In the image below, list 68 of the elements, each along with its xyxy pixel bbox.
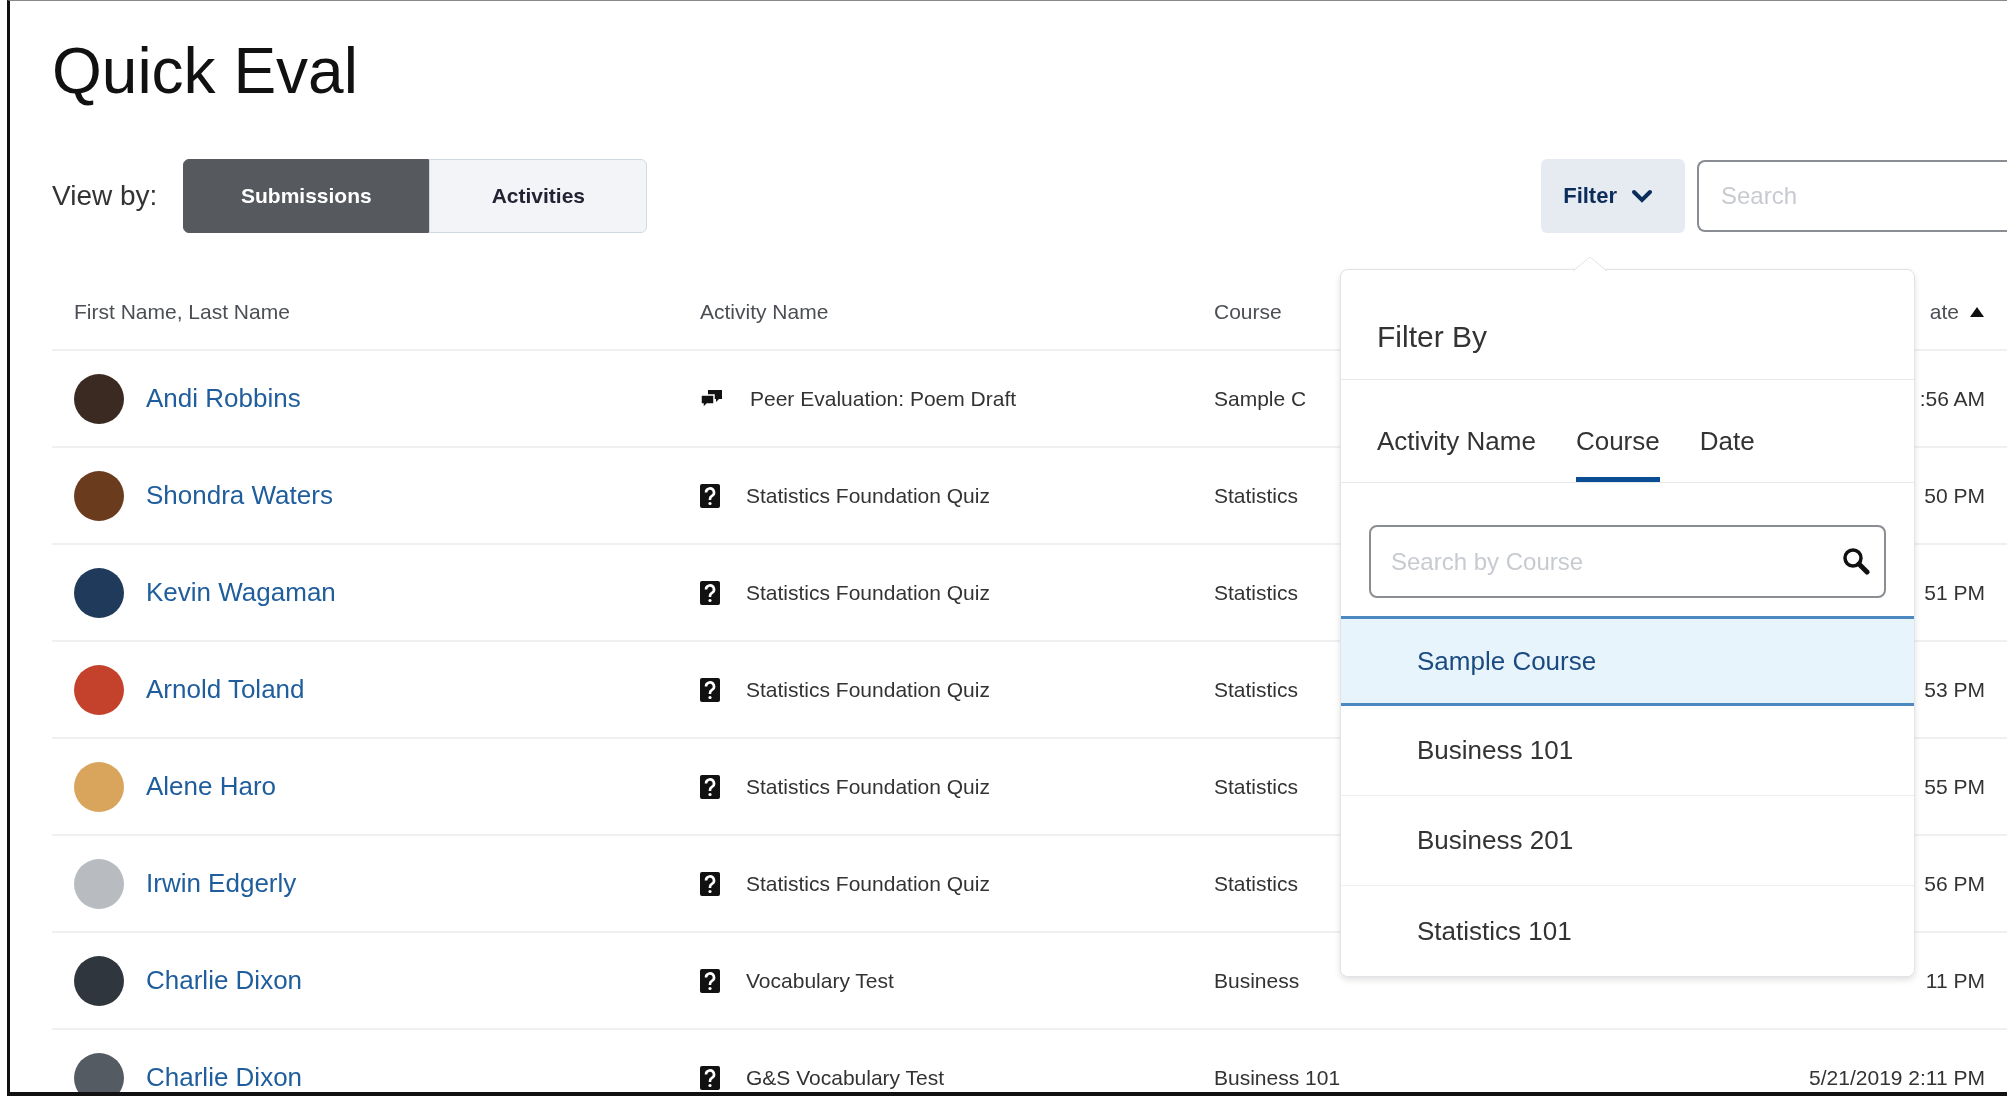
student-name-link[interactable]: Charlie Dixon bbox=[146, 1062, 303, 1092]
page-title: Quick Eval bbox=[52, 35, 358, 107]
question-mark-icon bbox=[700, 580, 720, 605]
course-name: Statistics bbox=[1214, 774, 1299, 799]
course-name: Statistics bbox=[1214, 483, 1299, 508]
submission-date: 53 PM bbox=[1924, 677, 1985, 702]
search-field[interactable]: Search bbox=[1697, 160, 2007, 232]
column-header[interactable]: First Name, Last Name bbox=[52, 300, 690, 324]
course-name: Statistics bbox=[1214, 871, 1299, 896]
question-mark-icon bbox=[700, 677, 720, 702]
avatar bbox=[74, 470, 124, 521]
course-name: Sample C bbox=[1214, 386, 1307, 411]
submission-date: 11 PM bbox=[1925, 968, 1985, 993]
activity-name: Vocabulary Test bbox=[746, 968, 894, 993]
view-toggle-button[interactable]: Submissions bbox=[183, 159, 430, 233]
avatar bbox=[74, 761, 124, 812]
filter-tab[interactable]: Course bbox=[1575, 380, 1660, 482]
student-name-link[interactable]: Andi Robbins bbox=[146, 383, 301, 414]
course-option[interactable]: Statistics 101 bbox=[1341, 886, 1914, 976]
course-option[interactable]: Business 101 bbox=[1341, 706, 1914, 796]
view-toggle-button[interactable]: Activities bbox=[429, 159, 648, 233]
course-name: Statistics bbox=[1214, 580, 1299, 605]
column-header[interactable]: Activity Name bbox=[690, 300, 1214, 324]
course-option[interactable]: Sample Course bbox=[1341, 616, 1914, 706]
submission-date: 5/21/2019 2:11 PM bbox=[1809, 1065, 1985, 1090]
activity-name: G&S Vocabulary Test bbox=[746, 1065, 945, 1090]
course-name: Business 101 bbox=[1214, 1065, 1341, 1090]
avatar bbox=[74, 664, 124, 715]
submission-date: 56 PM bbox=[1924, 871, 1985, 896]
avatar bbox=[74, 567, 124, 618]
student-name-link[interactable]: Alene Haro bbox=[146, 771, 277, 802]
avatar bbox=[74, 858, 124, 909]
submission-date: 51 PM bbox=[1924, 580, 1985, 605]
activity-name: Statistics Foundation Quiz bbox=[746, 483, 990, 508]
course-name: Statistics bbox=[1214, 677, 1299, 702]
student-name-link[interactable]: Charlie Dixon bbox=[146, 965, 303, 996]
submission-date: 50 PM bbox=[1924, 483, 1985, 508]
avatar bbox=[74, 1052, 124, 1092]
course-search-field[interactable]: Search by Course bbox=[1369, 525, 1886, 598]
student-name-link[interactable]: Arnold Toland bbox=[146, 674, 305, 705]
chevron-down-icon bbox=[1631, 189, 1653, 203]
question-mark-icon bbox=[700, 483, 720, 508]
filter-tab[interactable]: Activity Name bbox=[1377, 380, 1536, 482]
student-name-link[interactable]: Shondra Waters bbox=[146, 480, 333, 511]
filter-tab[interactable]: Date bbox=[1699, 380, 1755, 482]
student-name-link[interactable]: Kevin Wagaman bbox=[146, 577, 336, 608]
question-mark-icon bbox=[700, 871, 720, 896]
column-header[interactable]: ate bbox=[1929, 300, 1959, 324]
sort-up-icon bbox=[1969, 306, 1985, 318]
filter-button[interactable]: Filter bbox=[1541, 159, 1685, 233]
activity-name: Statistics Foundation Quiz bbox=[746, 580, 990, 605]
activity-name: Peer Evaluation: Poem Draft bbox=[750, 386, 1017, 411]
question-mark-icon bbox=[700, 1065, 720, 1090]
course-option[interactable]: Business 201 bbox=[1341, 796, 1914, 886]
activity-name: Statistics Foundation Quiz bbox=[746, 871, 990, 896]
avatar bbox=[74, 955, 124, 1006]
question-mark-icon bbox=[700, 968, 720, 993]
course-name: Business bbox=[1214, 968, 1300, 993]
avatar bbox=[74, 373, 124, 424]
question-mark-icon bbox=[700, 774, 720, 799]
activity-name: Statistics Foundation Quiz bbox=[746, 677, 990, 702]
submission-date: 55 PM bbox=[1924, 774, 1985, 799]
student-name-link[interactable]: Irwin Edgerly bbox=[146, 868, 297, 899]
activity-name: Statistics Foundation Quiz bbox=[746, 774, 990, 799]
submission-date: :56 AM bbox=[1919, 386, 1985, 411]
search-icon bbox=[1842, 547, 1870, 575]
view-by-label: View by: bbox=[52, 180, 158, 212]
popover-title: Filter By bbox=[1377, 320, 1487, 353]
